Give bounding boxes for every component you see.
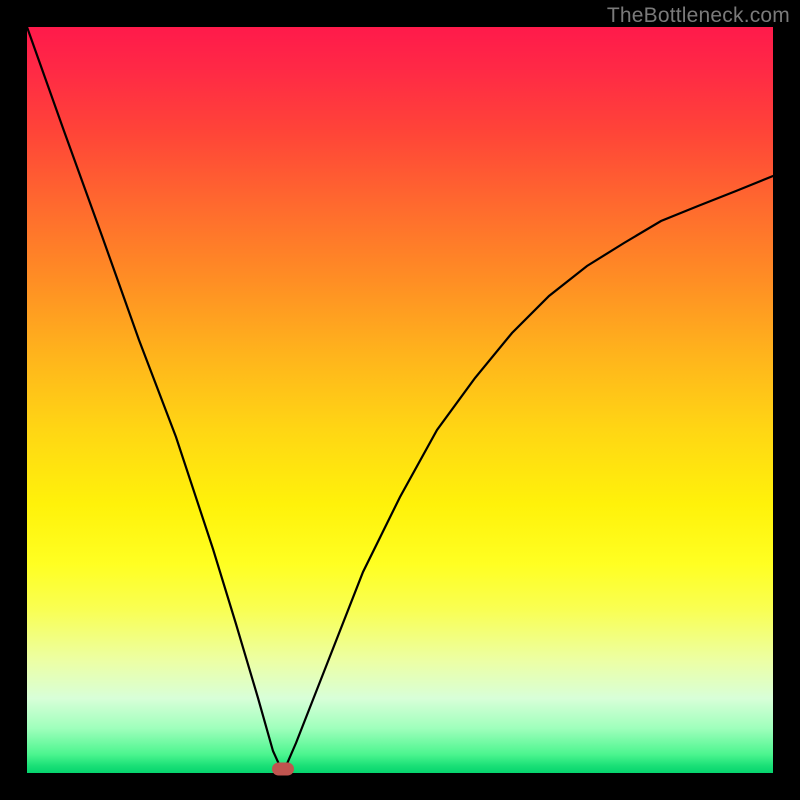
chart-outer-frame: TheBottleneck.com: [0, 0, 800, 800]
watermark-text: TheBottleneck.com: [607, 4, 790, 28]
curve-path: [27, 27, 773, 773]
chart-plot-area: [27, 27, 773, 773]
bottleneck-curve: [27, 27, 773, 773]
optimal-point-marker: [272, 763, 294, 776]
